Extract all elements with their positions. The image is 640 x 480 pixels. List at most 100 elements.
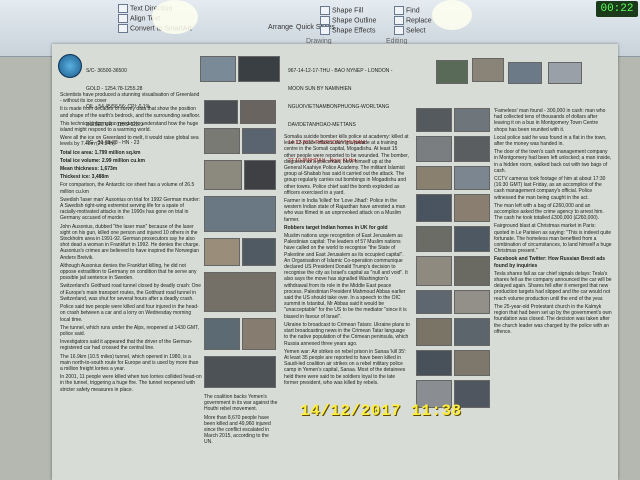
news-photo (416, 194, 452, 222)
news-photo (238, 56, 280, 82)
news-photo (204, 356, 276, 388)
paragraph: The man left with a bag of £260,000 and … (494, 202, 604, 222)
arrange-button[interactable]: Arrange (268, 24, 293, 31)
news-photo (204, 272, 276, 312)
news-photo (472, 58, 504, 82)
news-photo (242, 238, 276, 266)
select-icon (394, 26, 404, 35)
paragraph: The coalition backs Yemen's government i… (204, 394, 278, 413)
paragraph: 'Fameless' man found - 300,000 in cash: … (494, 108, 606, 133)
news-photo (242, 128, 276, 154)
header-line: DAVIDETANHOAO-METTANS (288, 122, 356, 128)
paragraph: In 2001, 11 people were killed when two … (60, 374, 202, 393)
smartart-icon (118, 24, 128, 33)
news-photo (416, 166, 452, 190)
paragraph: For comparison, the Antarctic ice sheet … (60, 182, 195, 195)
news-photo (508, 62, 542, 84)
paragraph: Robbers target Indian homes in UK for go… (284, 224, 388, 231)
paragraph: Switzerland's Gotthard road tunnel close… (60, 283, 202, 302)
shape-effects-icon (320, 26, 330, 35)
globe-logo-icon (58, 54, 82, 78)
paragraph: Although Ausonius denies the Frankfurt k… (60, 262, 197, 282)
paragraph: Facebook and Twitter: How Russian Brexit… (494, 256, 606, 269)
news-photo (454, 194, 490, 222)
news-photo (454, 290, 490, 314)
news-photo (416, 350, 452, 376)
paragraph: The tunnel, which runs under the Alps, r… (60, 324, 199, 337)
glare-spot (432, 0, 472, 30)
news-photo (204, 160, 242, 190)
replace-icon (394, 16, 404, 25)
paragraph: Total ice area: 1.799 million sq.km (60, 149, 141, 156)
paragraph: Police said two people were killed and f… (60, 304, 199, 323)
paragraph: Muslim nations urge recognition of East … (284, 233, 408, 320)
news-photo (436, 60, 468, 84)
paragraph: John Ausonius, dubbed "the laser man" be… (60, 223, 200, 261)
shape-fill-icon (320, 6, 330, 15)
news-photo (204, 128, 240, 154)
paragraph: The 16.9km (10.5 miles) tunnel, which op… (60, 353, 199, 372)
find-button[interactable]: Find (394, 6, 420, 15)
paragraph: The 25-year-old Protestant church in the… (494, 303, 612, 335)
news-photo (548, 62, 582, 84)
paragraph: Ukraine to broadcast to Crimean Tatars: … (284, 321, 410, 347)
shape-outline-button[interactable]: Shape Outline (320, 16, 376, 25)
shape-effects-button[interactable]: Shape Effects (320, 26, 375, 35)
select-button[interactable]: Select (394, 26, 425, 35)
news-photo (240, 100, 276, 124)
news-photo (454, 350, 490, 376)
glare-spot (152, 0, 198, 34)
news-photo (416, 290, 452, 314)
paragraph: Tesla shares fall as car chief signals d… (494, 270, 612, 302)
align-text-icon (118, 14, 128, 23)
paragraph: This technical information needed to und… (60, 120, 199, 134)
news-photo (242, 318, 276, 350)
news-photo (416, 256, 452, 286)
news-photo (454, 256, 490, 286)
news-photo (454, 166, 490, 190)
header-line: S/C- 36500-36500 (86, 68, 127, 74)
find-icon (394, 6, 404, 15)
paragraph: Thickest ice: 3,488m (60, 174, 109, 181)
shape-outline-icon (320, 16, 330, 25)
header-line: 967-14-12-17-THU - BAO NYNEP - LONDON - (288, 68, 393, 74)
paragraph: More than 8,670 people have been killed … (204, 414, 271, 446)
paragraph: Local police said he was found in a flat… (494, 134, 607, 148)
paragraph: Investigators said it appeared that the … (60, 339, 193, 352)
news-photo (204, 318, 240, 350)
paragraph: It is made from decades of survey data t… (60, 106, 201, 119)
news-photo (200, 56, 236, 82)
news-photo (454, 108, 490, 132)
news-photo (204, 238, 240, 266)
center-article-column: Somalia suicide bomber kills police at a… (284, 134, 410, 472)
shape-fill-button[interactable]: Shape Fill (320, 6, 363, 15)
left-article-column: Scientists have produced a stunning visu… (60, 92, 202, 472)
news-photo (416, 226, 452, 252)
news-photo (416, 136, 452, 162)
paragraph: Somalia suicide bomber kills police at a… (284, 134, 409, 196)
timer-display: 00:22 (596, 1, 638, 17)
paragraph: Scientists have produced a stunning visu… (60, 92, 200, 105)
paragraph: Mean thickness: 1,673m (60, 166, 118, 173)
camera-date-stamp: 14/12/2017 11:38 (300, 402, 462, 420)
news-photo (454, 318, 490, 346)
header-line: MOON SUN BY NAMNHIEN (288, 86, 352, 92)
news-photo (244, 160, 276, 190)
text-direction-icon (118, 4, 128, 13)
paragraph: Yemen war: Air strikes on rebel prison i… (284, 348, 407, 386)
news-photo (454, 226, 490, 252)
news-photo (416, 108, 452, 132)
news-photo (204, 196, 276, 232)
right-article-column: 'Fameless' man found - 300,000 in cash: … (494, 108, 612, 472)
news-photo (204, 100, 238, 124)
paragraph: Swedish 'laser man' Ausonius on trial fo… (60, 196, 201, 222)
yemen-caption: The coalition backs Yemen's government i… (204, 394, 278, 464)
paragraph: Farmer in India 'killed' for 'Love Jihad… (284, 198, 406, 223)
paragraph: Were all the ice on Greenland to melt, i… (60, 135, 199, 148)
paragraph: Fairground blast at Christmas market in … (494, 223, 612, 255)
news-photo (454, 136, 490, 162)
news-photo (416, 318, 452, 346)
paragraph: The door of the town's cash management c… (494, 149, 612, 174)
paragraph: CCTV cameras took footage of him at abou… (494, 176, 606, 201)
replace-button[interactable]: Replace (394, 16, 432, 25)
